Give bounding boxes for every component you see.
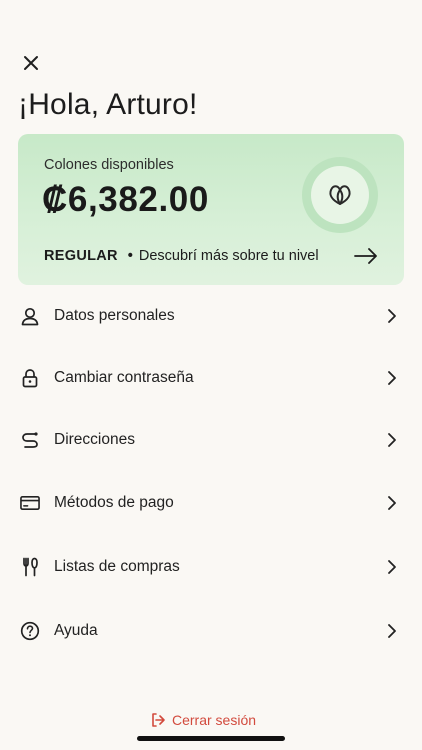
balance-label: Colones disponibles [44,157,174,173]
chevron-right-icon [386,623,398,639]
menu-item-label: Ayuda [54,622,98,639]
level-badge [302,157,378,233]
logout-label: Cerrar sesión [172,712,257,728]
user-icon [20,306,40,326]
menu-item-shopping-lists[interactable]: Listas de compras [0,539,422,595]
route-icon [20,430,40,450]
home-indicator [137,736,285,741]
logout-icon [152,713,165,727]
menu-item-label: Métodos de pago [54,494,174,511]
chevron-right-icon [386,432,398,448]
menu-item-label: Cambiar contraseña [54,369,194,386]
menu-item-label: Datos personales [54,307,175,324]
menu-item-help[interactable]: Ayuda [0,603,422,659]
chevron-right-icon [386,370,398,386]
arrow-right-icon [354,248,378,264]
logout-button[interactable]: Cerrar sesión [150,712,256,728]
close-button[interactable] [14,46,48,80]
menu-item-label: Direcciones [54,431,135,448]
close-icon [24,56,38,70]
status-bar [0,0,422,34]
balance-card: Colones disponibles ₡6,382.00 REGULAR • … [18,134,404,285]
menu-item-personal-data[interactable]: Datos personales [0,288,422,344]
menu-item-label: Listas de compras [54,558,180,575]
credit-card-icon [20,493,40,513]
level-link[interactable]: REGULAR • Descubrí más sobre tu nivel [44,244,378,268]
level-separator: • [127,248,133,264]
chevron-right-icon [386,559,398,575]
balance-amount: ₡6,382.00 [42,180,209,219]
chevron-right-icon [386,308,398,324]
help-icon [20,621,40,641]
level-link-label: Descubrí más sobre tu nivel [138,248,319,264]
page-title: ¡Hola, Arturo! [18,88,198,121]
lock-icon [20,368,40,388]
utensils-icon [20,557,40,577]
menu-item-change-password[interactable]: Cambiar contraseña [0,350,422,406]
menu-item-payment-methods[interactable]: Métodos de pago [0,475,422,531]
chevron-right-icon [386,495,398,511]
double-leaf-icon [329,185,351,205]
menu-item-addresses[interactable]: Direcciones [0,412,422,468]
level-name: REGULAR [44,248,118,264]
